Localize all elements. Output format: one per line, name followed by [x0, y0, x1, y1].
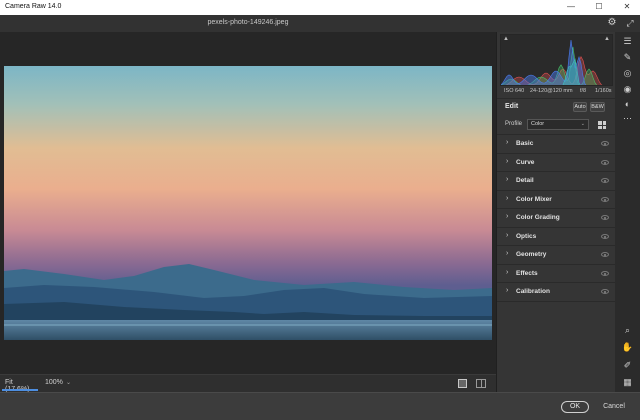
- visibility-eye-icon[interactable]: [601, 252, 609, 257]
- eye-icon[interactable]: ◉: [621, 83, 634, 96]
- sections-divider: [497, 300, 616, 302]
- iso-value: ISO 640: [504, 88, 525, 94]
- file-name: pexels-photo-149246.jpeg: [207, 19, 289, 26]
- section-color-mixer[interactable]: › Color Mixer: [497, 189, 616, 209]
- section-label: Color Grading: [516, 214, 560, 221]
- fullscreen-icon[interactable]: ⤢: [624, 17, 636, 29]
- chevron-right-icon: ›: [506, 250, 509, 257]
- before-after-icon[interactable]: [476, 379, 486, 388]
- chevron-right-icon: ›: [506, 268, 509, 276]
- section-geometry[interactable]: › Geometry: [497, 245, 616, 264]
- hand-icon[interactable]: ✋: [621, 341, 634, 354]
- camera-metadata: ISO 640 24-120@120 mm f/8 1/160s: [497, 87, 616, 97]
- visibility-eye-icon[interactable]: [601, 141, 609, 146]
- chevron-right-icon: ›: [506, 139, 509, 146]
- chevron-right-icon: ›: [506, 287, 509, 294]
- minimize-button[interactable]: —: [564, 1, 578, 13]
- profile-row: Profile Color ⌄: [497, 116, 616, 132]
- window-title-bar: Camera Raw 14.0 — ☐ ✕: [0, 0, 640, 15]
- chevron-right-icon: ›: [506, 194, 509, 202]
- section-basic[interactable]: › Basic: [497, 134, 616, 153]
- sampler-icon[interactable]: ✐: [621, 359, 634, 372]
- histogram-graph: [501, 39, 603, 85]
- shutter-value: 1/160s: [595, 88, 612, 94]
- dialog-footer: OK Cancel: [0, 392, 640, 420]
- single-view-icon[interactable]: [458, 379, 467, 388]
- edit-panel: ▲ ▲ ISO 640 24-120@120 mm f/8 1/160s Edi…: [496, 32, 616, 392]
- image-canvas: [0, 32, 496, 374]
- auto-button[interactable]: Auto: [573, 102, 587, 112]
- histogram: ▲ ▲: [500, 34, 613, 86]
- app-title: Camera Raw 14.0: [5, 3, 62, 10]
- shadow-clipping-icon[interactable]: ▲: [503, 36, 509, 42]
- close-button[interactable]: ✕: [620, 1, 634, 13]
- highlight-clipping-icon[interactable]: ▲: [604, 36, 610, 42]
- edit-title: Edit: [505, 103, 519, 110]
- zoom-fit-button[interactable]: Fit (17.6%): [0, 375, 40, 393]
- window-controls: — ☐ ✕: [564, 1, 634, 13]
- profile-value: Color: [531, 121, 545, 127]
- profile-browser-icon[interactable]: [598, 121, 606, 129]
- grid-icon[interactable]: ▦: [621, 376, 634, 389]
- aperture-value: f/8: [580, 88, 587, 94]
- zoom-icon[interactable]: ⌕: [621, 324, 634, 337]
- section-curve[interactable]: › Curve: [497, 152, 616, 172]
- visibility-eye-icon[interactable]: [601, 233, 609, 239]
- section-calibration[interactable]: › Calibration: [497, 282, 616, 301]
- black-white-button[interactable]: B&W: [590, 102, 605, 112]
- more-icon[interactable]: ⋯: [621, 112, 634, 125]
- mask-icon[interactable]: ◐: [621, 98, 634, 111]
- chevron-right-icon: ›: [506, 157, 509, 165]
- visibility-eye-icon[interactable]: [601, 215, 609, 220]
- photo-preview: [4, 66, 492, 340]
- section-effects[interactable]: › Effects: [497, 263, 616, 283]
- section-detail[interactable]: › Detail: [497, 171, 616, 190]
- visibility-eye-icon[interactable]: [601, 178, 609, 183]
- chevron-down-icon: ⌄: [66, 380, 72, 386]
- photo-image: [4, 66, 492, 340]
- gear-icon[interactable]: ⚙: [606, 17, 618, 29]
- canvas-bottom-bar: Fit (17.6%) 100% ⌄: [0, 374, 496, 393]
- section-label: Curve: [516, 158, 535, 166]
- chevron-right-icon: ›: [506, 176, 509, 183]
- chevron-right-icon: ›: [506, 231, 509, 239]
- profile-select[interactable]: Color ⌄: [527, 119, 589, 130]
- section-label: Detail: [516, 177, 534, 184]
- visibility-eye-icon[interactable]: [601, 159, 609, 165]
- section-color-grading[interactable]: › Color Grading: [497, 208, 616, 227]
- zoom-100-dropdown[interactable]: 100% ⌄: [40, 375, 72, 392]
- document-header: pexels-photo-149246.jpeg ⚙ ⤢: [0, 15, 640, 32]
- profile-label: Profile: [505, 121, 523, 127]
- tool-rail: ☰ ✎ ◎ ◉ ◐ ⋯ ⌕ ✋ ✐ ▦: [615, 32, 640, 392]
- visibility-eye-icon[interactable]: [601, 270, 609, 276]
- cancel-button[interactable]: Cancel: [601, 401, 627, 413]
- maximize-button[interactable]: ☐: [592, 1, 606, 13]
- section-label: Optics: [516, 232, 537, 240]
- brush-icon[interactable]: ✎: [621, 51, 634, 64]
- edit-header: Edit Auto B&W: [497, 98, 616, 114]
- section-label: Color Mixer: [516, 195, 552, 203]
- section-label: Calibration: [516, 288, 550, 295]
- section-label: Basic: [516, 140, 534, 147]
- chevron-down-icon: ⌄: [580, 121, 585, 127]
- section-optics[interactable]: › Optics: [497, 226, 616, 246]
- section-label: Effects: [516, 269, 538, 277]
- edit-sections: › Basic › Curve › Detail › Color Mixer ›…: [497, 134, 616, 302]
- lens-value: 24-120@120 mm: [530, 88, 573, 94]
- sliders-icon[interactable]: ☰: [621, 35, 634, 48]
- visibility-eye-icon[interactable]: [601, 196, 609, 202]
- redeye-icon[interactable]: ◎: [621, 67, 634, 80]
- ok-button[interactable]: OK: [561, 401, 589, 413]
- section-label: Geometry: [516, 251, 547, 258]
- zoom-level-label: 100%: [45, 379, 63, 386]
- visibility-eye-icon[interactable]: [601, 289, 609, 294]
- chevron-right-icon: ›: [506, 213, 509, 220]
